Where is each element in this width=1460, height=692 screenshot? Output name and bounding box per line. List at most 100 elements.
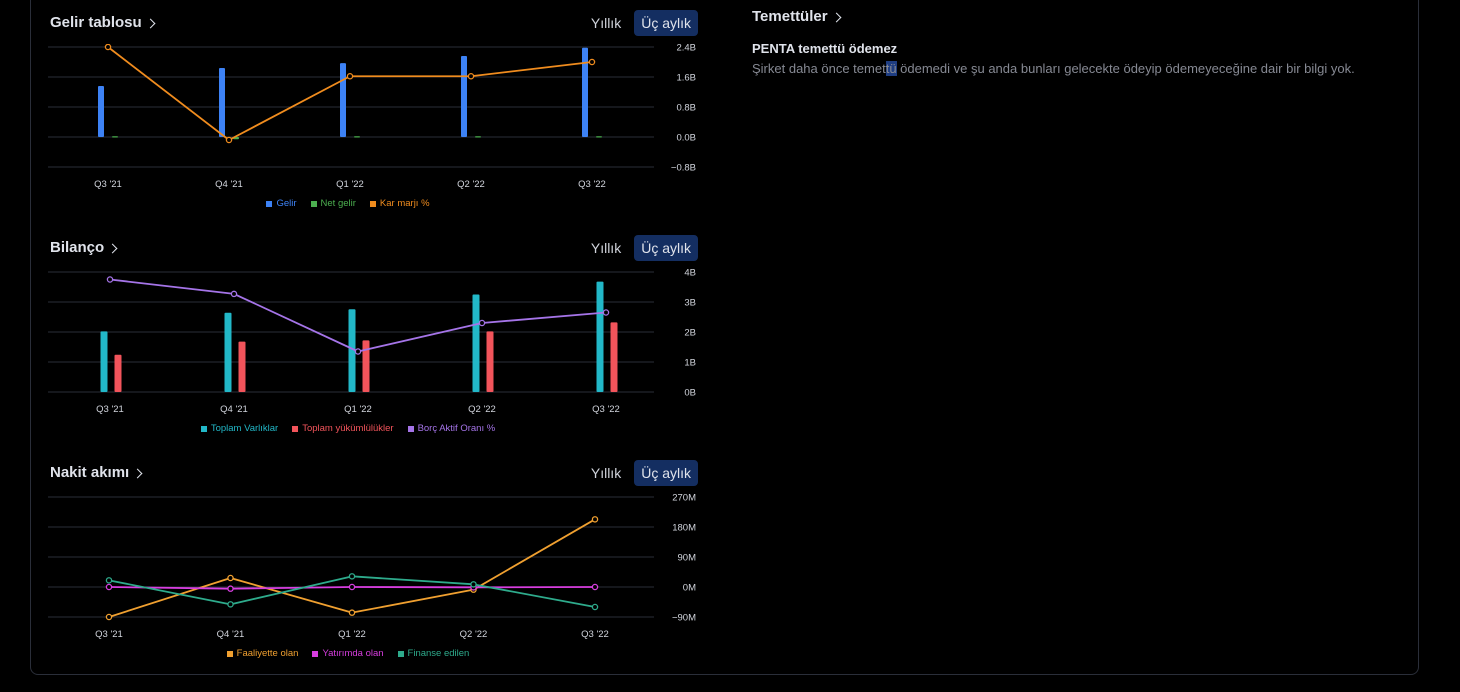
legend-swatch [407, 425, 414, 432]
x-tick-label: Q4 '21 [220, 404, 248, 415]
bar [340, 63, 346, 137]
data-point [354, 348, 362, 355]
y-tick-label: −90M [672, 613, 696, 624]
legend-item-net-income[interactable]: Net gelir [310, 198, 356, 209]
x-tick-label: Q1 '22 [344, 404, 372, 415]
bar [219, 68, 225, 137]
y-tick-label: 2.4B [676, 44, 696, 54]
series-line [107, 46, 593, 141]
legend-item-operating[interactable]: Faaliyette olan [226, 648, 298, 659]
x-tick-label: Q4 '21 [215, 179, 243, 190]
bar [238, 341, 246, 392]
x-tick-label: Q2 '22 [468, 404, 496, 415]
y-tick-label: 0M [683, 583, 696, 594]
data-point [470, 581, 477, 588]
legend-label: Borç Aktif Oranı % [417, 423, 496, 434]
tab-quarterly[interactable]: Üç aylık [634, 460, 698, 486]
data-point [348, 573, 356, 580]
x-tick-label: Q3 '22 [578, 179, 606, 190]
tab-annual[interactable]: Yıllık [584, 10, 628, 36]
y-tick-label: 1B [684, 358, 696, 369]
chevron-right-icon [107, 243, 118, 253]
legend-item-investing[interactable]: Yatırımda olan [312, 648, 384, 659]
tab-annual[interactable]: Yıllık [584, 235, 628, 261]
y-tick-label: −0.8B [671, 163, 696, 174]
bar [475, 136, 481, 138]
legend-item-profit-margin[interactable]: Kar marjı % [369, 198, 430, 209]
legend-item-total-assets[interactable]: Toplam Varlıklar [200, 423, 279, 434]
data-point [105, 613, 113, 621]
legend-label: Toplam yükümlülükler [302, 423, 394, 434]
legend-swatch [310, 200, 317, 207]
bar [582, 47, 588, 137]
x-tick-label: Q1 '22 [338, 629, 366, 640]
legend-item-total-liabilities[interactable]: Toplam yükümlülükler [292, 423, 394, 434]
legend-label: Gelir [276, 198, 297, 209]
y-tick-label: 0.0B [676, 133, 696, 144]
data-point [591, 516, 599, 523]
balance-sheet-title-link[interactable]: Bilanço [50, 239, 118, 256]
legend-item-financing[interactable]: Finanse edilen [397, 648, 469, 659]
chevron-right-icon [145, 18, 156, 28]
legend-swatch [266, 200, 273, 207]
bar [362, 340, 370, 392]
data-point [105, 583, 113, 591]
chevron-right-icon [831, 12, 842, 22]
data-point [106, 276, 114, 283]
legend-swatch [397, 650, 404, 657]
x-tick-label: Q2 '22 [457, 179, 485, 190]
legend-label: Toplam Varlıklar [210, 423, 279, 434]
bar [472, 294, 480, 392]
legend-item-debt-ratio[interactable]: Borç Aktif Oranı % [407, 423, 496, 434]
legend-swatch [200, 425, 207, 432]
bar [224, 312, 232, 392]
bar [354, 136, 360, 138]
data-point [467, 72, 475, 80]
y-tick-label: 180M [672, 523, 696, 534]
cash-flow-title: Nakit akımı [50, 464, 130, 481]
bar [596, 281, 604, 392]
data-point [227, 574, 234, 582]
bar [486, 331, 494, 392]
y-tick-label: 4B [684, 269, 696, 279]
tab-quarterly[interactable]: Üç aylık [634, 235, 698, 261]
text-segment: Şirket daha önce temet [752, 61, 886, 76]
y-tick-label: 2B [684, 328, 696, 339]
tab-quarterly[interactable]: Üç aylık [634, 10, 698, 36]
data-point [591, 603, 599, 611]
series-line [108, 518, 596, 618]
income-statement-title: Gelir tablosu [50, 14, 142, 31]
income-statement-title-link[interactable]: Gelir tablosu [50, 14, 156, 31]
x-tick-label: Q2 '22 [460, 629, 488, 640]
dividends-title-link[interactable]: Temettüler [752, 8, 1392, 25]
data-point [227, 585, 234, 592]
legend-swatch [369, 200, 376, 207]
balance-legend: Toplam Varlıklar Toplam yükümlülükler Bo… [48, 423, 648, 434]
y-tick-label: 90M [678, 553, 697, 564]
data-point [588, 58, 596, 66]
dividends-subtitle: PENTA temettü ödemez [752, 41, 898, 56]
legend-label: Yatırımda olan [322, 648, 384, 659]
legend-label: Net gelir [320, 198, 356, 209]
data-point [227, 601, 234, 608]
bar [596, 136, 602, 138]
text-segment: ödemedi ve şu anda bunları gelecekte öde… [896, 61, 1355, 76]
income-chart: 2.4B 1.6B 0.8B 0.0B −0.8B Q3 '21 Q4 '21 Q1 '22 Q… [48, 44, 708, 194]
series-line [108, 575, 596, 608]
data-point [348, 583, 356, 591]
data-point [602, 309, 610, 316]
data-point [230, 290, 238, 298]
legend-swatch [312, 650, 319, 657]
cash-flow-title-link[interactable]: Nakit akımı [50, 464, 143, 481]
legend-item-revenue[interactable]: Gelir [266, 198, 297, 209]
data-point [225, 136, 233, 144]
y-tick-label: 3B [684, 298, 696, 309]
legend-swatch [226, 650, 233, 657]
chevron-right-icon [132, 468, 143, 478]
bar [100, 331, 108, 392]
tab-annual[interactable]: Yıllık [584, 460, 628, 486]
data-point [346, 72, 354, 80]
cash-flow-legend: Faaliyette olan Yatırımda olan Finanse e… [48, 648, 648, 659]
data-point [478, 319, 486, 327]
balance-sheet-title: Bilanço [50, 239, 105, 256]
